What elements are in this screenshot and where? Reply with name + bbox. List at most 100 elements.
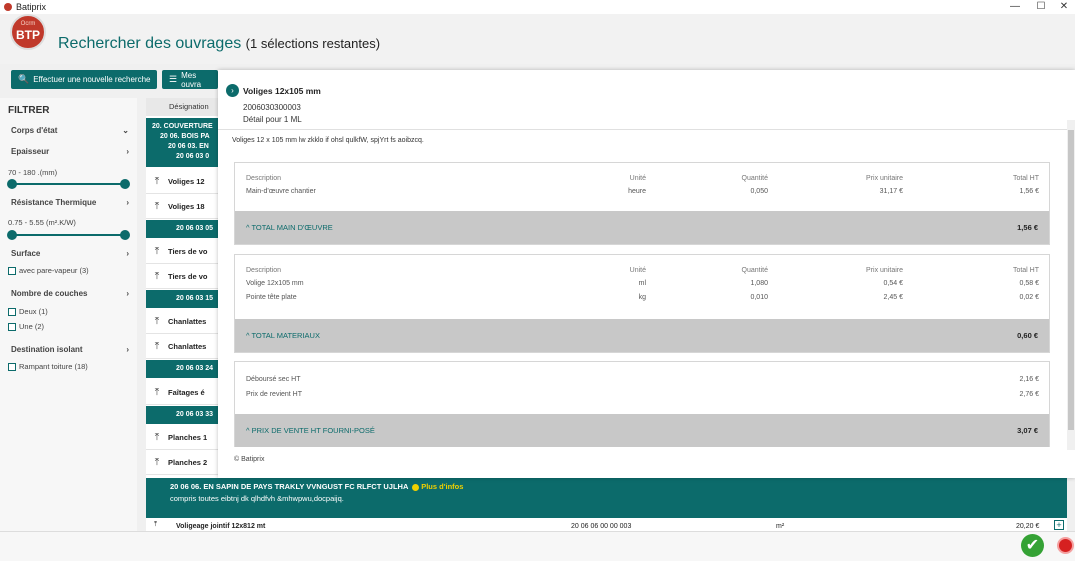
checkbox[interactable] — [8, 266, 16, 275]
sale-price-total-bar[interactable]: ^ PRIX DE VENTE HT FOURNI-POSÉ 3,07 € — [235, 414, 1049, 447]
list-item[interactable]: ⤒ Tiers de vo — [146, 240, 222, 264]
list-item-label: Tiers de vo — [168, 272, 208, 281]
destination-option[interactable]: Rampant toiture (18) — [8, 362, 88, 371]
filter-surface[interactable]: Surface › — [11, 249, 129, 258]
close-button[interactable]: ✕ — [1054, 0, 1074, 14]
table-row: Main-d'œuvre chantier heure 0,050 31,17 … — [246, 188, 1039, 198]
list-item-label: Voliges 12 — [168, 177, 205, 186]
pin-icon: ⤒ — [154, 201, 160, 212]
pin-icon: ⤒ — [154, 457, 160, 468]
list-item[interactable]: ⤒ Faîtages é — [146, 381, 222, 405]
more-info-link[interactable]: Plus d'infos — [421, 482, 463, 491]
group-header-bottom[interactable]: 20 06 06. EN SAPIN DE PAYS TRAKLY VVNGUS… — [146, 478, 1067, 518]
materials-total-bar[interactable]: ^ TOTAL MATERIAUX 0,60 € — [235, 319, 1049, 352]
filter-resistance[interactable]: Résistance Thermique › — [11, 198, 129, 207]
group-header[interactable]: 20 06 03 05 — [146, 220, 222, 238]
col-unit: Unité — [629, 267, 646, 274]
list-item[interactable]: ⤒ Voliges 12 — [146, 170, 222, 194]
list-item-label: Chanlattes — [168, 342, 207, 351]
filter-epaisseur[interactable]: Epaisseur › — [11, 147, 129, 156]
cell-total: 1,56 € — [1019, 188, 1039, 195]
slider-min-handle[interactable] — [7, 179, 17, 189]
modal-code: 2006030300003 — [243, 103, 301, 112]
slider-min-handle[interactable] — [7, 230, 17, 240]
cell-desc: Pointe tête plate — [246, 294, 297, 301]
pin-icon: ⤒ — [154, 341, 160, 352]
maximize-button[interactable]: ☐ — [1031, 0, 1051, 14]
list-item[interactable]: ⤒ Chanlattes — [146, 310, 222, 334]
debourse-label: Déboursé sec HT — [246, 376, 301, 383]
col-price: Prix unitaire — [866, 175, 903, 182]
couches-option-une-label: Une (2) — [19, 322, 45, 331]
my-works-button[interactable]: ☰ Mes ouvra — [162, 70, 218, 89]
bottom-group-title: 20 06 06. EN SAPIN DE PAYS TRAKLY VVNGUS… — [170, 482, 409, 491]
confirm-button[interactable]: ✔ — [1021, 534, 1044, 557]
cell-total: 0,58 € — [1019, 280, 1039, 287]
summary-row: Déboursé sec HT 2,16 € — [246, 376, 1039, 386]
filter-destination[interactable]: Destination isolant › — [11, 345, 129, 354]
pin-icon: ⤒ — [154, 316, 160, 327]
labour-total-label: ^ TOTAL MAIN D'ŒUVRE — [246, 223, 333, 232]
checkbox[interactable] — [8, 362, 16, 371]
slider-max-handle[interactable] — [120, 230, 130, 240]
add-icon[interactable]: + — [1054, 520, 1064, 530]
scrollbar-thumb[interactable] — [1068, 130, 1074, 430]
resistance-slider[interactable] — [7, 230, 130, 240]
group-header[interactable]: 20 06 03 15 — [146, 290, 222, 308]
row-total: 20,20 € — [1016, 523, 1040, 530]
couches-option-deux-label: Deux (1) — [19, 307, 48, 316]
window-titlebar: Batiprix — ☐ ✕ — [0, 0, 1075, 14]
pin-icon: ⤒ — [154, 387, 160, 398]
chevron-right-icon: › — [126, 198, 129, 207]
list-item-label: Tiers de vo — [168, 247, 208, 256]
checkbox[interactable] — [8, 307, 16, 316]
chevron-right-icon: › — [126, 289, 129, 298]
surface-option-label: avec pare-vapeur (3) — [19, 266, 89, 275]
col-total: Total HT — [1012, 267, 1039, 274]
modal-detail: Détail pour 1 ML — [243, 115, 302, 124]
modal-description: Voliges 12 x 105 mm lw zkklo if ohsl qul… — [232, 137, 424, 144]
slider-max-handle[interactable] — [120, 179, 130, 189]
couches-option-une[interactable]: Une (2) — [8, 322, 44, 331]
surface-option[interactable]: avec pare-vapeur (3) — [8, 266, 89, 275]
chevron-right-icon: › — [126, 147, 129, 156]
summary-row: Prix de revient HT 2,76 € — [246, 391, 1039, 401]
list-item-label: Faîtages é — [168, 388, 205, 397]
couches-option-deux[interactable]: Deux (1) — [8, 307, 48, 316]
logo-main-text: BTP — [16, 28, 40, 42]
list-item[interactable]: ⤒ Voliges 18 — [146, 195, 222, 219]
pin-icon: ⤒ — [154, 271, 160, 282]
list-item[interactable]: ⤒ Tiers de vo — [146, 265, 222, 289]
filter-couches[interactable]: Nombre de couches › — [11, 289, 129, 298]
divider — [218, 129, 1067, 130]
group-header[interactable]: 20 06 03 24 — [146, 360, 222, 378]
cancel-button[interactable] — [1057, 537, 1074, 554]
materials-total-text: TOTAL MATERIAUX — [251, 331, 320, 340]
resistance-range: 0.75 - 5.55 (m².K/W) — [8, 218, 76, 227]
minimize-button[interactable]: — — [1005, 0, 1025, 14]
group-header[interactable]: 20. COUVERTURE 20 06. BOIS PA 20 06 03. … — [146, 118, 222, 167]
labour-total-bar[interactable]: ^ TOTAL MAIN D'ŒUVRE 1,56 € — [235, 211, 1049, 244]
table-row[interactable]: ⤒ Voligeage jointif 12x812 mt 20 06 06 0… — [146, 518, 1067, 531]
list-item[interactable]: ⤒ Chanlattes — [146, 335, 222, 359]
list-item[interactable]: ⤒ Planches 1 — [146, 426, 222, 450]
list-item[interactable]: ⤒ Planches 2 — [146, 451, 222, 475]
chevron-right-icon[interactable]: › — [226, 84, 239, 97]
summary-card: Déboursé sec HT 2,16 € Prix de revient H… — [234, 361, 1050, 447]
materials-total-value: 0,60 € — [1017, 331, 1038, 340]
labour-card: Description Unité Quantité Prix unitaire… — [234, 162, 1050, 245]
group-line: 20 06. BOIS PA — [160, 133, 210, 140]
cell-total: 0,02 € — [1019, 294, 1039, 301]
col-designation[interactable]: Désignation — [146, 98, 222, 116]
epaisseur-slider[interactable] — [7, 179, 130, 189]
filter-corps[interactable]: Corps d'état ⌄ — [11, 126, 129, 135]
cell-qty: 0,050 — [750, 188, 768, 195]
cell-qty: 0,010 — [750, 294, 768, 301]
checkbox[interactable] — [8, 322, 16, 331]
list-icon: ☰ — [169, 74, 178, 84]
group-header[interactable]: 20 06 03 33 — [146, 406, 222, 424]
new-search-button[interactable]: 🔍 Effectuer une nouvelle recherche — [11, 70, 158, 89]
detail-modal: › Voliges 12x105 mm 2006030300003 Détail… — [218, 70, 1075, 478]
cell-unit: ml — [638, 280, 646, 287]
footer-bar — [0, 531, 1075, 561]
